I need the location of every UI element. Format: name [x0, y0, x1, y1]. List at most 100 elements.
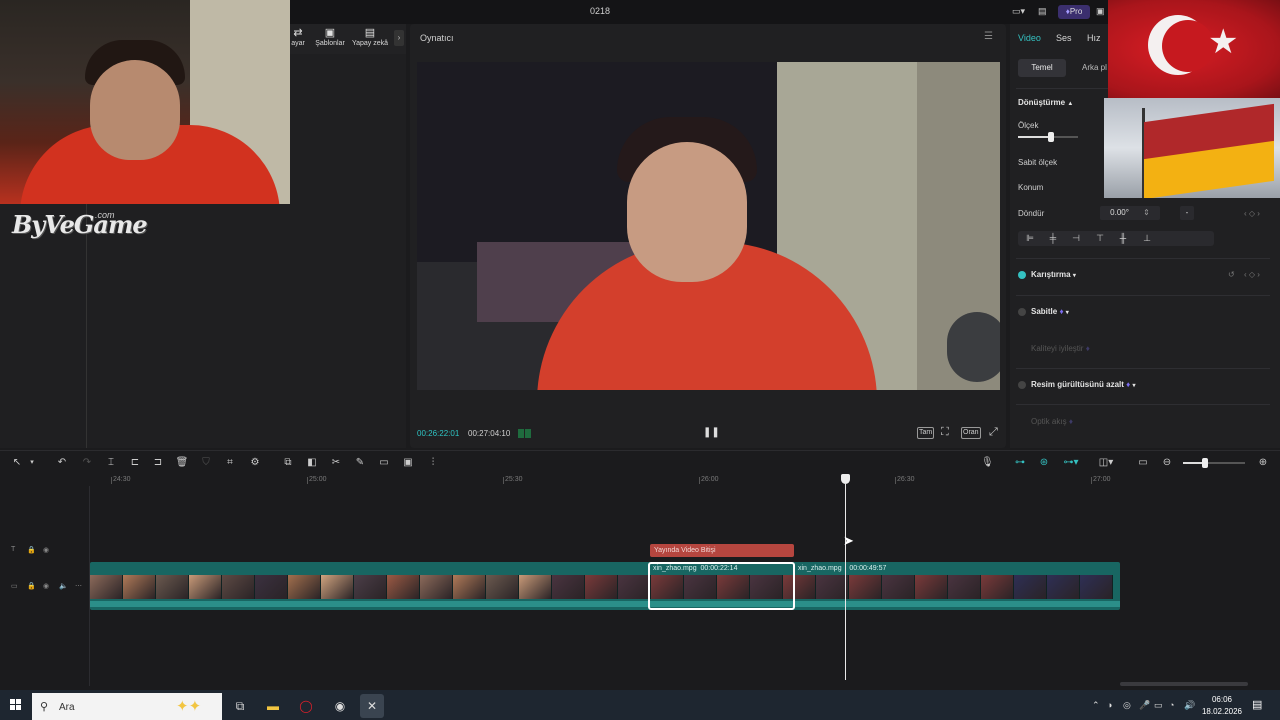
clock-date[interactable]: 18.02.2026 [1200, 707, 1244, 716]
replace-icon[interactable]: ⧉ [281, 456, 295, 470]
video-preview[interactable] [417, 62, 1000, 390]
delete-icon[interactable]: 🗑 [175, 456, 189, 470]
align-bottom-icon[interactable]: ⊥ [1139, 231, 1155, 246]
align-center-h-icon[interactable]: ╪ [1045, 231, 1061, 246]
adjust-tool[interactable]: ⇄ ayar [288, 26, 308, 47]
split-left-icon[interactable]: ⊏ [128, 456, 142, 470]
image-icon[interactable]: ▣ [401, 456, 415, 470]
rotate-input[interactable]: 0.00° ⇕ [1100, 206, 1160, 220]
text-clip[interactable]: Yayında Video Bitişi [650, 544, 794, 557]
shortcut-icon[interactable]: ▤ [1038, 6, 1047, 17]
magic-icon[interactable]: ✎ [353, 456, 367, 470]
scale-slider-knob[interactable] [1048, 132, 1054, 142]
tab-audio[interactable]: Ses [1056, 33, 1072, 43]
playhead[interactable] [845, 484, 846, 680]
link-icon[interactable]: ⊶▾ [1060, 456, 1082, 470]
ai-tool[interactable]: ▤ Yapay zekâ [350, 26, 390, 47]
pro-badge[interactable]: ♦Pro [1058, 5, 1090, 19]
menu-icon[interactable]: ☰ [984, 31, 996, 43]
align-left-icon[interactable]: ⊫ [1022, 231, 1038, 246]
shield-icon[interactable]: ⛉ [199, 456, 213, 470]
display-icon[interactable]: ▭ [1154, 700, 1163, 711]
windows-start-icon[interactable] [10, 699, 22, 711]
clip-thumbnail [618, 575, 651, 599]
select-tool-icon[interactable]: ↖ [10, 456, 24, 470]
capcut-icon[interactable]: ✕ [363, 697, 381, 715]
layout-icon[interactable]: ▭▾ [1012, 6, 1025, 17]
fullscreen-icon[interactable]: ⤢ [989, 426, 998, 439]
divider [1016, 258, 1270, 259]
microphone-icon[interactable]: 🎙 [981, 456, 994, 470]
templates-tool[interactable]: ▣ Şablonlar [312, 26, 348, 47]
preview-axis-icon[interactable]: ◫▾ [1095, 456, 1117, 470]
notification-icon[interactable]: ▤ [1252, 698, 1262, 711]
blend-label[interactable]: Karıştırma ▾ [1031, 270, 1076, 279]
lock-icon[interactable]: 🔒 [27, 582, 36, 590]
opera-icon[interactable]: ◯ [297, 697, 315, 715]
align-right-icon[interactable]: ⊣ [1068, 231, 1084, 246]
denoise-label[interactable]: Resim gürültüsünü azalt ♦ ▾ [1031, 380, 1135, 389]
rotate-label: Döndür [1018, 209, 1045, 218]
caption-icon[interactable]: ▭ [377, 456, 391, 470]
stabilize-checkbox[interactable] [1018, 308, 1026, 316]
media-toolbar: ⇄ ayar ▣ Şablonlar ▤ Yapay zekâ [290, 24, 406, 54]
redo-icon[interactable]: ↷ [80, 456, 94, 470]
clip-thumbnail [420, 575, 453, 599]
align-center-v-icon[interactable]: ╫ [1115, 231, 1131, 246]
ratio-button[interactable]: Oran [961, 427, 981, 439]
mic-tray-icon[interactable]: 🎤 [1139, 700, 1150, 711]
auto-cut-icon[interactable]: ✂ [329, 456, 343, 470]
network-icon[interactable]: ◑ [1107, 700, 1112, 710]
transform-header[interactable]: Dönüştürme ▲ [1018, 98, 1073, 107]
clip-thumbnail [519, 575, 552, 599]
link-main-track-icon[interactable]: ⊶ [1012, 456, 1028, 470]
zoom-in-icon[interactable]: ⊕ [1256, 456, 1270, 470]
playhead-handle[interactable] [841, 474, 850, 484]
timeline-scrollbar[interactable] [1120, 682, 1248, 686]
undo-icon[interactable]: ↶ [55, 456, 69, 470]
task-view-icon[interactable]: ⧉ [231, 697, 249, 715]
split-right-icon[interactable]: ⊐ [151, 456, 165, 470]
tab-video[interactable]: Video [1018, 33, 1041, 43]
blend-checkbox[interactable] [1018, 271, 1026, 279]
crop-icon[interactable]: ⌗ [223, 456, 237, 470]
export-icon[interactable]: ▣ [1096, 6, 1105, 17]
snapshot-icon[interactable]: ⛶ [941, 426, 949, 439]
zoom-slider-knob[interactable] [1201, 458, 1208, 468]
volume-icon[interactable]: 🔊 [1184, 700, 1195, 711]
wifi-icon[interactable]: ◔ [1169, 700, 1174, 710]
eye-icon[interactable]: ◉ [43, 582, 49, 590]
speed-icon[interactable]: ⚙ [248, 456, 262, 470]
stabilize-label[interactable]: Sabitle ♦ ▾ [1031, 307, 1069, 316]
lock-icon[interactable]: 🔒 [27, 546, 36, 554]
reset-icon[interactable]: ↺ [1228, 270, 1235, 279]
file-explorer-icon[interactable]: ▬ [264, 697, 282, 715]
keyframe-icon[interactable]: ‹ ◇ › [1244, 209, 1260, 218]
full-quality-button[interactable]: Tam [917, 427, 935, 439]
obs-icon[interactable]: ◉ [331, 697, 349, 715]
search-icon: ⚲ [40, 701, 49, 713]
tab-speed[interactable]: Hız [1087, 33, 1101, 43]
eye-icon[interactable]: ◉ [43, 546, 49, 554]
more-icon[interactable]: ⋯ [75, 582, 82, 590]
game-icon[interactable]: ◎ [1123, 700, 1131, 711]
keyframe-icon[interactable]: ‹ ◇ › [1244, 270, 1260, 279]
align-top-icon[interactable]: ⊤ [1092, 231, 1108, 246]
clock-time[interactable]: 06:06 [1200, 695, 1244, 704]
fit-icon[interactable]: ▭ [1136, 456, 1150, 470]
magnet-icon[interactable]: ⊛ [1036, 456, 1052, 470]
zoom-out-icon[interactable]: ⊖ [1160, 456, 1174, 470]
speaker-icon[interactable]: 🔈 [59, 582, 68, 590]
denoise-checkbox[interactable] [1018, 381, 1026, 389]
audio-split-icon[interactable]: ⫶ [426, 456, 440, 470]
pause-button[interactable]: ❚❚ [703, 427, 720, 439]
chevron-up-icon[interactable]: ⌃ [1092, 700, 1100, 711]
split-icon[interactable]: ⌶ [104, 456, 118, 470]
subtab-background[interactable]: Arka pl [1082, 63, 1107, 72]
chevron-down-icon[interactable]: ▾ [25, 456, 39, 470]
subtab-basic[interactable]: Temel [1018, 59, 1066, 77]
rotate-minus-button[interactable]: - [1180, 206, 1194, 220]
freeze-icon[interactable]: ◧ [305, 456, 319, 470]
optical-flow-label: Optik akış ♦ [1031, 417, 1073, 426]
chevron-right-icon[interactable]: › [394, 30, 404, 46]
